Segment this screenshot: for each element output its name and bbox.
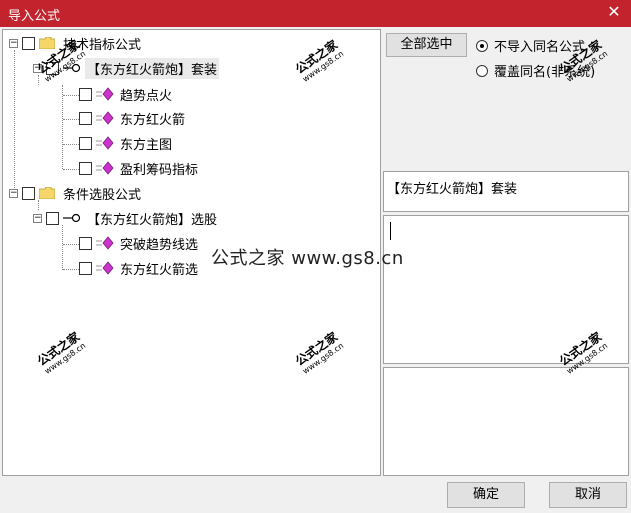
- collapse-icon[interactable]: −: [33, 63, 42, 73]
- radio-icon[interactable]: [476, 39, 488, 52]
- checkbox[interactable]: [79, 161, 92, 175]
- checkbox[interactable]: [79, 261, 92, 275]
- formula-icon: [96, 236, 114, 250]
- tree-item-label: 东方红火箭: [120, 112, 186, 128]
- description-textarea[interactable]: [383, 215, 629, 364]
- tree-node-package[interactable]: − 【东方红火箭炮】套装: [33, 57, 220, 79]
- collapse-icon[interactable]: −: [9, 188, 18, 198]
- watermark-center: 公式之家 www.gs8.cn: [211, 248, 404, 269]
- tree-group-label: 技术指标公式: [63, 37, 142, 53]
- selected-name-text: 【东方红火箭炮】套装: [387, 182, 518, 197]
- tree-node-label: 【东方红火箭炮】套装: [85, 57, 220, 79]
- tree-item-label: 盈利筹码指标: [120, 162, 199, 178]
- tree-group-screening[interactable]: − 条件选股公式: [9, 183, 143, 203]
- tree-item[interactable]: 突破趋势线选: [79, 233, 200, 253]
- tree-item-label: 东方主图: [120, 137, 173, 153]
- tree-group-label: 条件选股公式: [63, 187, 142, 203]
- checkbox[interactable]: [79, 87, 92, 101]
- folder-icon: [39, 37, 55, 49]
- window-title: 导入公式: [8, 9, 61, 24]
- tree-item-label: 趋势点火: [120, 88, 173, 104]
- radio-skip-duplicates[interactable]: 不导入同名公式: [476, 36, 585, 55]
- select-all-button[interactable]: 全部选中: [386, 33, 467, 57]
- ok-button[interactable]: 确定: [447, 482, 525, 508]
- checkbox[interactable]: [79, 236, 92, 250]
- key-icon: [63, 213, 81, 223]
- radio-icon[interactable]: [476, 64, 488, 77]
- text-cursor: [390, 222, 391, 240]
- collapse-icon[interactable]: −: [9, 38, 18, 48]
- formula-icon: [96, 111, 114, 125]
- tree-item[interactable]: 东方红火箭选: [79, 258, 200, 278]
- tree-item-label: 突破趋势线选: [120, 237, 199, 253]
- key-icon: [63, 63, 81, 73]
- cancel-button[interactable]: 取消: [549, 482, 627, 508]
- tree-item-label: 东方红火箭选: [120, 262, 199, 278]
- tree-node-label: 【东方红火箭炮】选股: [87, 212, 218, 228]
- notes-area: [383, 367, 629, 476]
- checkbox[interactable]: [46, 61, 59, 75]
- tree-item[interactable]: 盈利筹码指标: [79, 158, 200, 178]
- tree-node-package[interactable]: − 【东方红火箭炮】选股: [33, 208, 219, 228]
- selected-formula-name: 【东方红火箭炮】套装: [383, 171, 629, 212]
- title-bar: 导入公式 ✕: [0, 0, 631, 27]
- formula-icon: [96, 87, 114, 101]
- checkbox[interactable]: [79, 111, 92, 125]
- tree-item[interactable]: 趋势点火: [79, 84, 174, 104]
- formula-icon: [96, 261, 114, 275]
- checkbox[interactable]: [79, 136, 92, 150]
- collapse-icon[interactable]: −: [33, 213, 42, 223]
- tree-item[interactable]: 东方红火箭: [79, 108, 187, 128]
- tree-item[interactable]: 东方主图: [79, 133, 174, 153]
- checkbox[interactable]: [22, 36, 35, 50]
- radio-overwrite-duplicates[interactable]: 覆盖同名(非系统): [476, 61, 595, 80]
- folder-icon: [39, 187, 55, 199]
- formula-icon: [96, 136, 114, 150]
- radio-label: 不导入同名公式: [494, 40, 586, 55]
- checkbox[interactable]: [46, 211, 59, 225]
- tree-group-indicators[interactable]: − 技术指标公式: [9, 33, 143, 53]
- formula-icon: [96, 161, 114, 175]
- close-icon[interactable]: ✕: [605, 3, 623, 21]
- radio-label: 覆盖同名(非系统): [494, 65, 596, 80]
- checkbox[interactable]: [22, 186, 35, 200]
